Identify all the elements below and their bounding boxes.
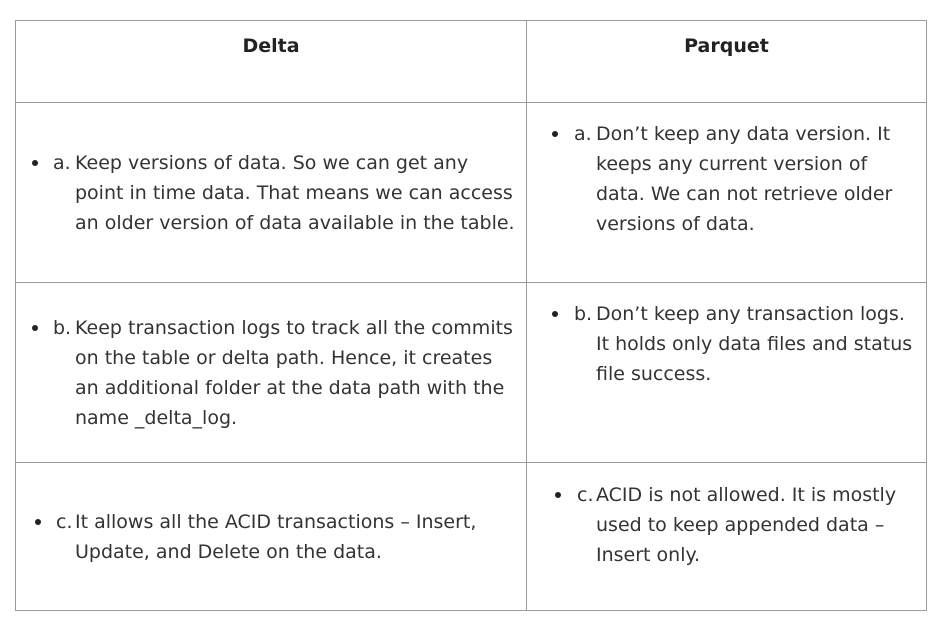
- list-item: c. ACID is not allowed. It is mostly used…: [527, 480, 926, 570]
- header-parquet: Parquet: [526, 20, 927, 103]
- parquet-cell: a. Don’t keep any data version. It keeps …: [526, 102, 927, 283]
- bullet-list: c. It allows all the ACID transactions – …: [16, 507, 526, 567]
- comparison-table-container: Delta Parquet a. Keep versions of data. S…: [15, 20, 927, 611]
- delta-cell: c. It allows all the ACID transactions – …: [15, 462, 527, 611]
- table-row: b. Keep transaction logs to track all the…: [15, 282, 927, 463]
- item-prefix: b.: [574, 302, 593, 325]
- table-row: a. Keep versions of data. So we can get a…: [15, 102, 927, 283]
- item-text: Don’t keep any transaction logs. It hold…: [596, 302, 913, 385]
- comparison-table: Delta Parquet a. Keep versions of data. S…: [15, 20, 927, 611]
- list-item: c. It allows all the ACID transactions – …: [16, 507, 526, 567]
- list-item: b. Don’t keep any transaction logs. It ho…: [527, 299, 926, 389]
- item-prefix: a.: [574, 122, 592, 145]
- list-item: a. Don’t keep any data version. It keeps …: [527, 119, 926, 239]
- header-delta: Delta: [15, 20, 527, 103]
- bullet-list: c. ACID is not allowed. It is mostly used…: [527, 480, 926, 570]
- parquet-cell: c. ACID is not allowed. It is mostly used…: [526, 462, 927, 611]
- parquet-cell: b. Don’t keep any transaction logs. It ho…: [526, 282, 927, 463]
- list-item: b. Keep transaction logs to track all the…: [16, 313, 526, 433]
- item-text: It allows all the ACID transactions – In…: [75, 510, 477, 563]
- header-row: Delta Parquet: [15, 20, 927, 103]
- item-prefix: a.: [53, 151, 71, 174]
- delta-cell: b. Keep transaction logs to track all the…: [15, 282, 527, 463]
- item-text: Keep transaction logs to track all the c…: [75, 316, 513, 429]
- bullet-list: b. Keep transaction logs to track all the…: [16, 313, 526, 433]
- item-text: Don’t keep any data version. It keeps an…: [596, 122, 893, 235]
- bullet-list: a. Don’t keep any data version. It keeps …: [527, 119, 926, 239]
- item-prefix: b.: [53, 316, 72, 339]
- table-row: c. It allows all the ACID transactions – …: [15, 462, 927, 611]
- delta-cell: a. Keep versions of data. So we can get a…: [15, 102, 527, 283]
- item-text: ACID is not allowed. It is mostly used t…: [596, 483, 897, 566]
- item-text: Keep versions of data. So we can get any…: [75, 151, 515, 234]
- list-item: a. Keep versions of data. So we can get a…: [16, 148, 526, 238]
- item-prefix: c.: [577, 483, 594, 506]
- item-prefix: c.: [56, 510, 73, 533]
- bullet-list: a. Keep versions of data. So we can get a…: [16, 148, 526, 238]
- bullet-list: b. Don’t keep any transaction logs. It ho…: [527, 299, 926, 389]
